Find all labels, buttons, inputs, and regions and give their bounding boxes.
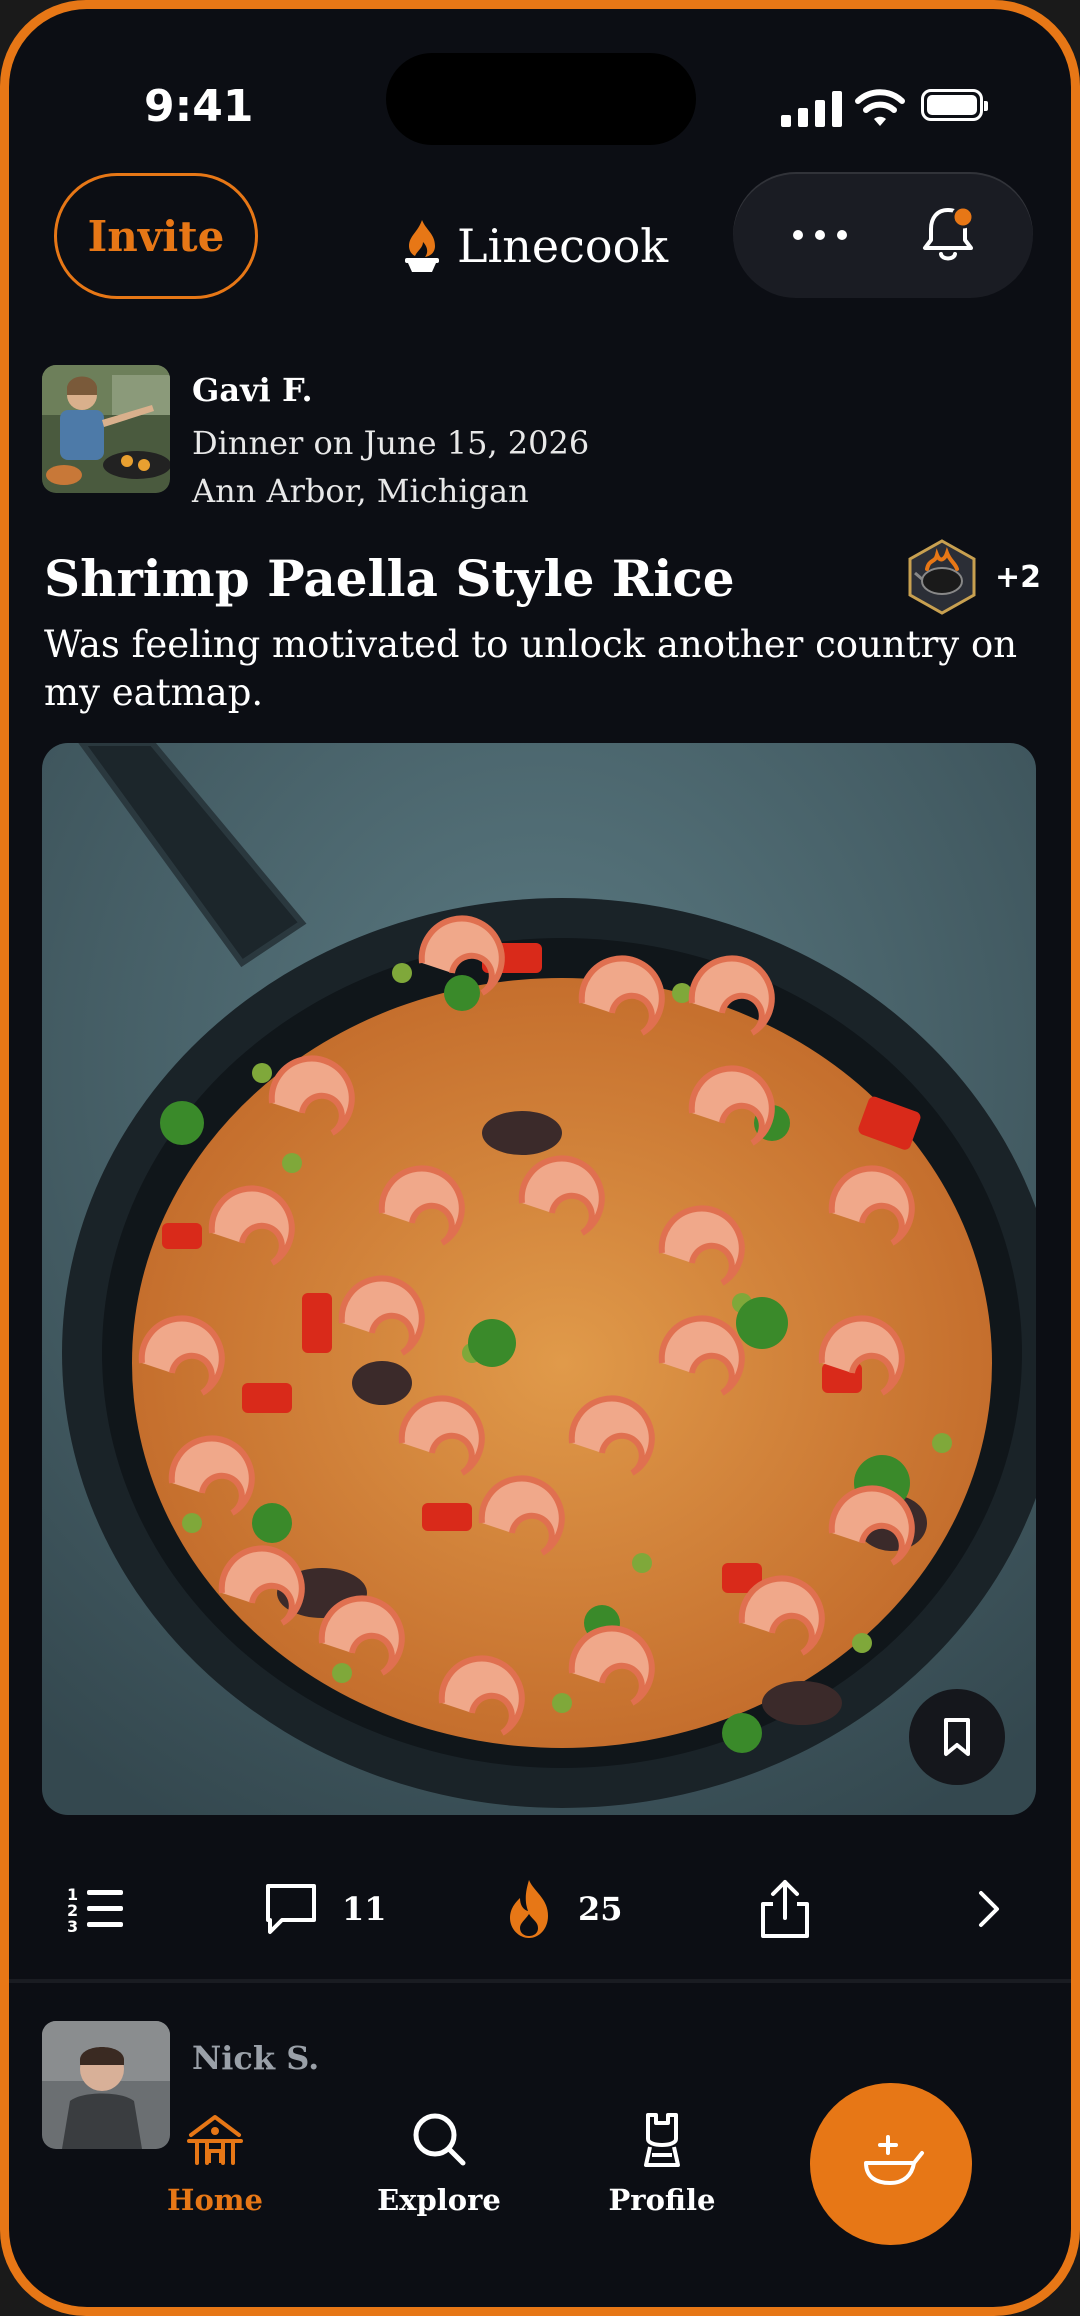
app-screen: 9:41 Invite Linecook Gavi F. Dinner on J… [9,9,1071,2307]
chef-hat-icon [644,2113,680,2167]
svg-text:3: 3 [67,1917,78,1934]
search-icon [413,2113,466,2166]
bookmark-button[interactable] [909,1689,1005,1785]
dynamic-island [386,53,696,145]
app-brand: Linecook [399,214,668,278]
author-avatar[interactable] [42,365,170,493]
tab-home-label: Home [167,2183,263,2217]
meal-location: Ann Arbor, Michigan [192,472,529,510]
tab-home[interactable]: Home [135,2109,295,2217]
recipe-list-button[interactable]: 1 2 3 [67,1877,127,1941]
fire-count: 25 [578,1890,623,1928]
meal-date: Dinner on June 15, 2026 [192,424,590,462]
device-frame: 9:41 Invite Linecook Gavi F. Dinner on J… [0,0,1080,2316]
fire-button[interactable]: 25 [502,1877,623,1941]
recipe-list-icon: 1 2 3 [67,1885,123,1934]
bell-icon[interactable] [918,204,978,266]
comment-button[interactable]: 11 [262,1877,387,1941]
invite-button[interactable]: Invite [54,173,258,299]
tab-profile[interactable]: Profile [582,2109,742,2217]
tab-profile-label: Profile [608,2183,716,2217]
share-button[interactable] [757,1877,813,1941]
status-time: 9:41 [144,81,254,132]
author-name[interactable]: Gavi F. [192,371,313,409]
signal-icon [781,91,843,127]
add-dish-button[interactable] [810,2083,972,2245]
add-dish-icon [864,2135,924,2185]
badge-extra-count[interactable]: +2 [995,560,1041,595]
next-button[interactable] [977,1877,1001,1941]
bookmark-icon [944,1718,970,1756]
post-title: Shrimp Paella Style Rice [44,549,735,608]
home-icon [187,2115,243,2165]
next-author-name[interactable]: Nick S. [192,2039,319,2077]
tab-explore[interactable]: Explore [359,2109,519,2217]
flame-logo-icon [405,220,439,272]
share-icon [761,1880,809,1938]
app-name: Linecook [457,219,669,273]
wifi-icon [855,89,905,126]
post-divider [9,1979,1071,1983]
fire-icon [510,1880,548,1938]
post-description: Was feeling motivated to unlock another … [44,623,1018,714]
pan-badge-icon[interactable] [907,539,977,615]
chevron-right-icon [979,1891,999,1927]
header-actions [733,172,1033,298]
dish-photo[interactable] [42,743,1036,1815]
comment-count: 11 [342,1890,387,1928]
more-dots-icon[interactable] [793,230,847,240]
battery-icon [921,89,988,121]
tab-explore-label: Explore [377,2183,501,2217]
comment-icon [266,1884,316,1934]
